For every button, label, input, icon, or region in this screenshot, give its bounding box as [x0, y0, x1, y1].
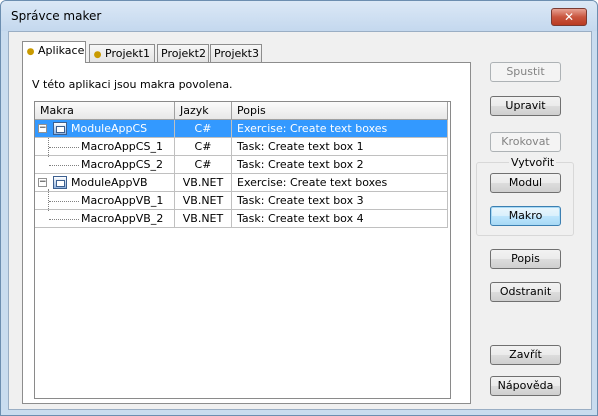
module-name: ModuleAppCS	[71, 122, 148, 135]
description-cell: Exercise: Create text boxes	[232, 120, 448, 138]
language-cell: VB.NET	[175, 210, 232, 228]
help-button[interactable]: Nápověda	[490, 376, 561, 396]
tab-aplikace[interactable]: ● Aplikace	[22, 41, 86, 63]
macro-name: MacroAppCS_2	[81, 158, 163, 171]
create-group-label: Vytvořit	[509, 156, 557, 169]
tab-projekt2[interactable]: Projekt2	[157, 44, 209, 62]
macro-name-cell: − ModuleAppVB	[35, 174, 175, 192]
description-cell: Task: Create text box 1	[232, 138, 448, 156]
language-cell: C#	[175, 138, 232, 156]
tab-label: Projekt1	[105, 47, 150, 60]
table-row[interactable]: − ModuleAppCS C# Exercise: Create text b…	[35, 120, 448, 138]
window-title: Správce maker	[11, 9, 102, 23]
table-row[interactable]: MacroAppCS_1 C# Task: Create text box 1	[35, 138, 448, 156]
tab-panel-aplikace: V této aplikaci jsou makra povolena. Mak…	[22, 62, 471, 404]
module-name: ModuleAppVB	[71, 176, 148, 189]
column-header-makra[interactable]: Makra	[35, 102, 175, 120]
language-cell: VB.NET	[175, 174, 232, 192]
step-button[interactable]: Krokovat	[490, 132, 561, 152]
tab-projekt3[interactable]: Projekt3	[210, 44, 262, 62]
table-row[interactable]: MacroAppVB_1 VB.NET Task: Create text bo…	[35, 192, 448, 210]
tab-label: Aplikace	[38, 44, 85, 57]
collapse-icon[interactable]: −	[38, 124, 47, 133]
language-cell: C#	[175, 156, 232, 174]
lightbulb-icon: ●	[26, 47, 35, 57]
tab-label: Projekt2	[161, 47, 206, 60]
description-cell: Task: Create text box 2	[232, 156, 448, 174]
table-row[interactable]: MacroAppCS_2 C# Task: Create text box 2	[35, 156, 448, 174]
macro-name-cell: MacroAppVB_2	[35, 210, 175, 228]
create-module-button[interactable]: Modul	[490, 173, 561, 193]
create-macro-button[interactable]: Makro	[490, 206, 561, 226]
language-cell: VB.NET	[175, 192, 232, 210]
edit-button[interactable]: Upravit	[490, 96, 561, 116]
module-icon	[53, 176, 67, 189]
macro-name-cell: MacroAppVB_1	[35, 192, 175, 210]
description-cell: Task: Create text box 4	[232, 210, 448, 228]
tab-projekt1[interactable]: ● Projekt1	[89, 44, 155, 62]
module-icon	[53, 122, 67, 135]
tab-label: Projekt3	[214, 47, 259, 60]
title-bar[interactable]: Správce maker ✕	[1, 1, 597, 31]
dialog-body: ● Aplikace ● Projekt1 Projekt2 Projekt3 V …	[8, 31, 592, 410]
close-icon: ✕	[563, 10, 575, 24]
run-button[interactable]: Spustit	[490, 62, 561, 82]
table-row[interactable]: − ModuleAppVB VB.NET Exercise: Create te…	[35, 174, 448, 192]
macro-manager-window: Správce maker ✕ ● Aplikace ● Projekt1 Proj…	[0, 0, 598, 416]
description-button[interactable]: Popis	[490, 249, 561, 269]
macro-name-cell: MacroAppCS_2	[35, 156, 175, 174]
macro-name: MacroAppVB_1	[81, 194, 164, 207]
macro-name-cell: MacroAppCS_1	[35, 138, 175, 156]
column-header-popis[interactable]: Popis	[232, 102, 448, 120]
macro-name-cell: − ModuleAppCS	[35, 120, 175, 138]
description-cell: Task: Create text box 3	[232, 192, 448, 210]
macro-grid[interactable]: Makra Jazyk Popis − ModuleAppCS C# Exerc…	[34, 101, 451, 399]
table-row[interactable]: MacroAppVB_2 VB.NET Task: Create text bo…	[35, 210, 448, 228]
macro-name: MacroAppVB_2	[81, 212, 164, 225]
collapse-icon[interactable]: −	[38, 178, 47, 187]
language-cell: C#	[175, 120, 232, 138]
close-dialog-button[interactable]: Zavřít	[490, 345, 561, 365]
macro-name: MacroAppCS_1	[81, 140, 163, 153]
description-cell: Exercise: Create text boxes	[232, 174, 448, 192]
delete-button[interactable]: Odstranit	[490, 282, 561, 302]
column-header-jazyk[interactable]: Jazyk	[175, 102, 232, 120]
close-button[interactable]: ✕	[551, 8, 587, 26]
macros-enabled-text: V této aplikaci jsou makra povolena.	[32, 78, 233, 91]
